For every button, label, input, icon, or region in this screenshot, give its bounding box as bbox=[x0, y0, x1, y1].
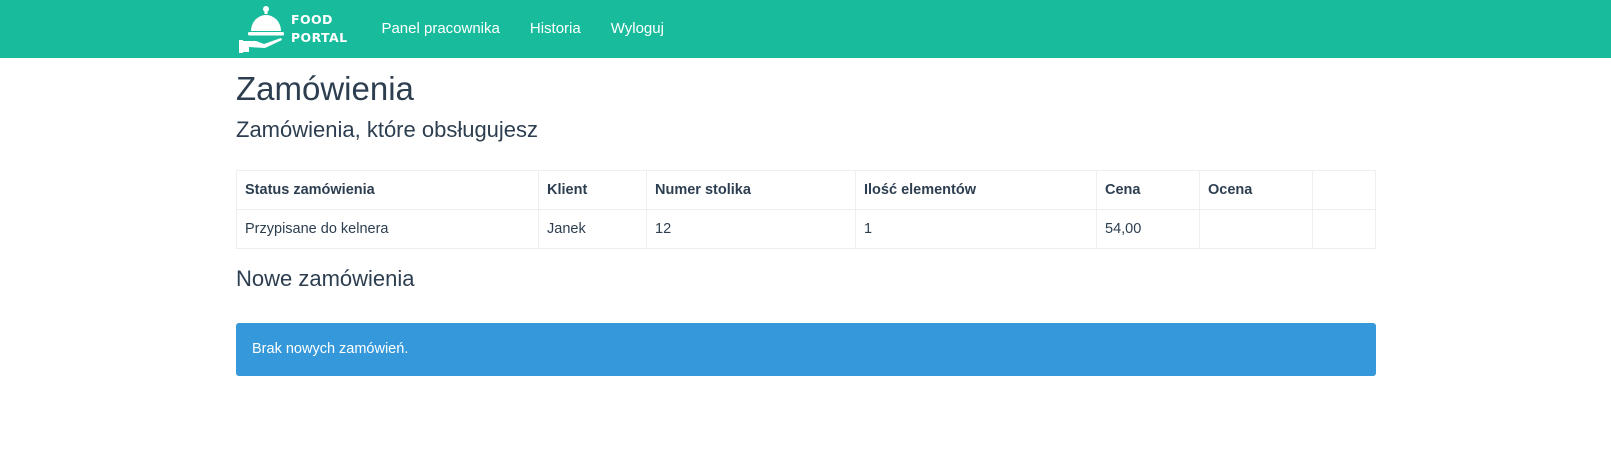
column-header-status: Status zamówienia bbox=[236, 170, 539, 210]
top-navbar: FOOD PORTAL Panel pracownika Historia Wy… bbox=[0, 0, 1611, 58]
column-header-item-count: Ilość elementów bbox=[855, 170, 1097, 210]
brand-line-2: PORTAL bbox=[291, 30, 348, 45]
column-header-client: Klient bbox=[538, 170, 647, 210]
new-orders-title: Nowe zamówienia bbox=[236, 266, 415, 291]
cell-price: 54,00 bbox=[1096, 209, 1200, 249]
cell-item-count: 1 bbox=[855, 209, 1097, 249]
cell-table-number: 12 bbox=[646, 209, 856, 249]
brand-line-1: FOOD bbox=[291, 12, 333, 27]
page-title: Zamówienia bbox=[236, 70, 414, 107]
brand-logo[interactable]: FOOD PORTAL bbox=[237, 0, 347, 58]
nav-link-employee-panel[interactable]: Panel pracownika bbox=[366, 0, 514, 58]
cell-actions bbox=[1312, 209, 1376, 249]
brand-name: FOOD PORTAL bbox=[291, 11, 347, 47]
main-content: Zamówienia Zamówienia, które obsługujesz… bbox=[236, 58, 1376, 376]
nav-link-history[interactable]: Historia bbox=[515, 0, 596, 58]
column-header-price: Cena bbox=[1096, 170, 1200, 210]
handled-orders-title: Zamówienia, które obsługujesz bbox=[236, 117, 539, 142]
cell-rating bbox=[1199, 209, 1313, 249]
table-header-row: Status zamówienia Klient Numer stolika I… bbox=[236, 170, 1376, 210]
cell-status: Przypisane do kelnera bbox=[236, 209, 539, 249]
table-row[interactable]: Przypisane do kelnera Janek 12 1 54,00 bbox=[236, 209, 1376, 249]
column-header-table-number: Numer stolika bbox=[646, 170, 856, 210]
column-header-rating: Ocena bbox=[1199, 170, 1313, 210]
handled-orders-table: Status zamówienia Klient Numer stolika I… bbox=[236, 170, 1376, 249]
navbar-inner: FOOD PORTAL Panel pracownika Historia Wy… bbox=[237, 0, 679, 58]
column-header-actions bbox=[1312, 170, 1376, 210]
nav-link-logout[interactable]: Wyloguj bbox=[596, 0, 679, 58]
serving-cloche-icon bbox=[239, 6, 284, 53]
cell-client: Janek bbox=[538, 209, 647, 249]
no-new-orders-alert: Brak nowych zamówień. bbox=[236, 323, 1376, 376]
nav-links: Panel pracownika Historia Wyloguj bbox=[366, 0, 678, 58]
